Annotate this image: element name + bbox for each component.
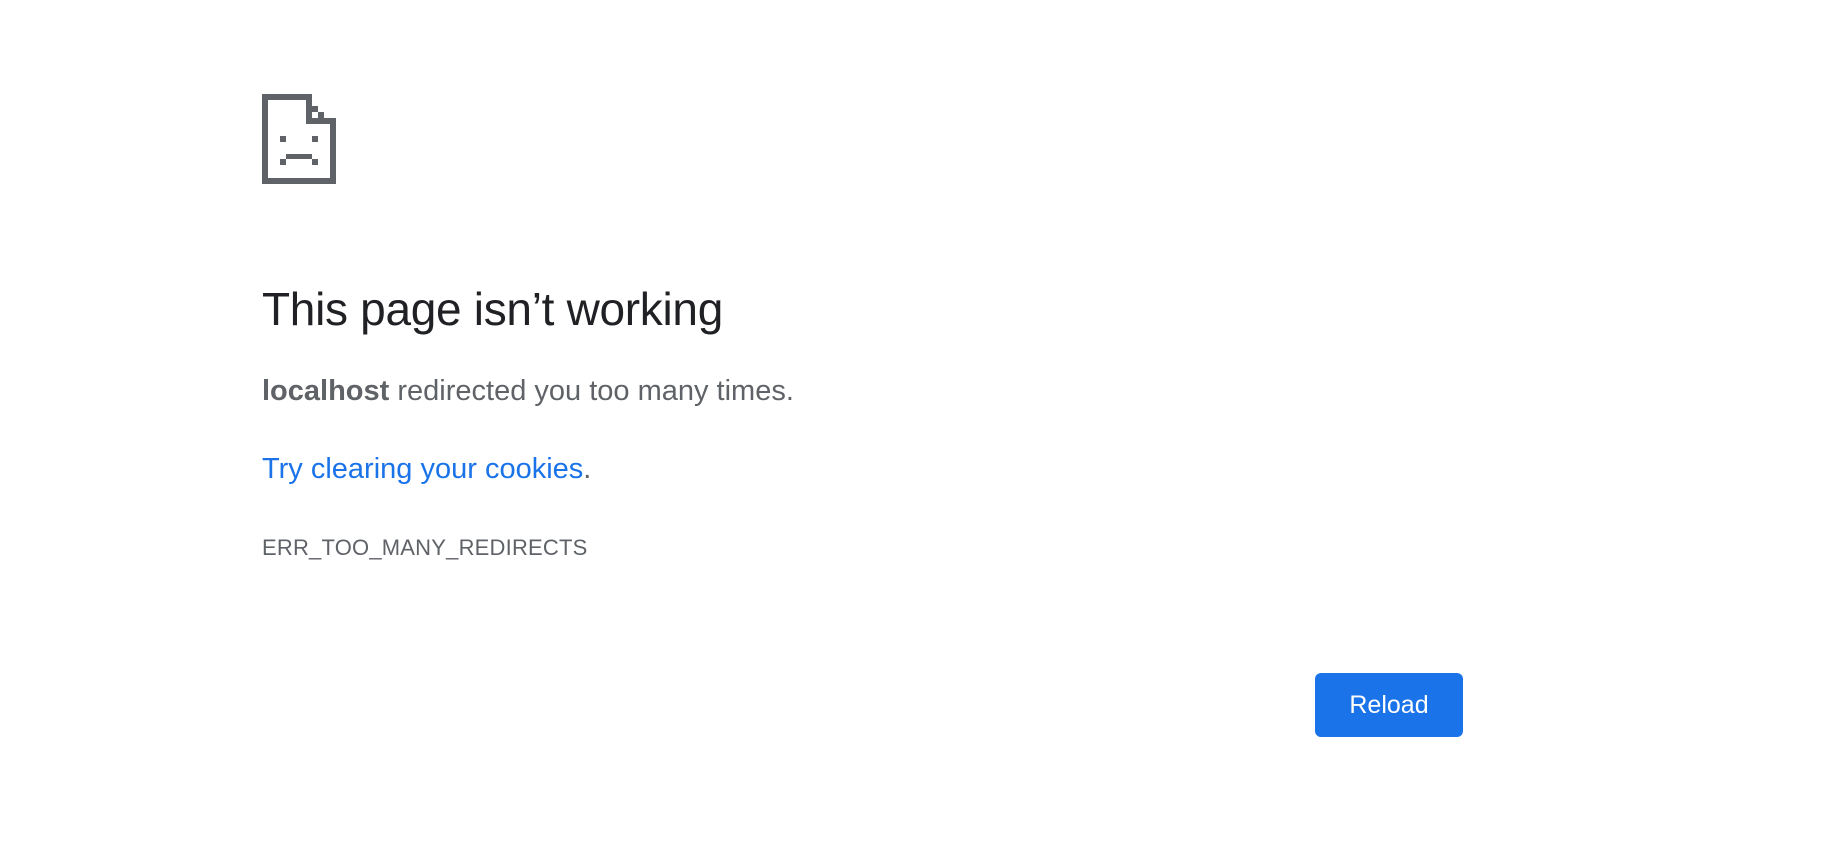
page-title: This page isn’t working (262, 283, 723, 335)
error-message-text: redirected you too many times. (389, 375, 794, 407)
suggestion-period: . (583, 453, 592, 485)
clear-cookies-link[interactable]: Try clearing your cookies (262, 453, 583, 485)
error-code: ERR_TOO_MANY_REDIRECTS (262, 535, 588, 560)
error-page-content: This page isn’t working localhost redire… (262, 94, 1462, 560)
reload-button[interactable]: Reload (1315, 673, 1463, 737)
error-suggestion: Try clearing your cookies. (262, 453, 591, 486)
error-host: localhost (262, 375, 390, 407)
sad-page-icon (262, 94, 336, 184)
error-message: localhost redirected you too many times. (262, 375, 794, 408)
